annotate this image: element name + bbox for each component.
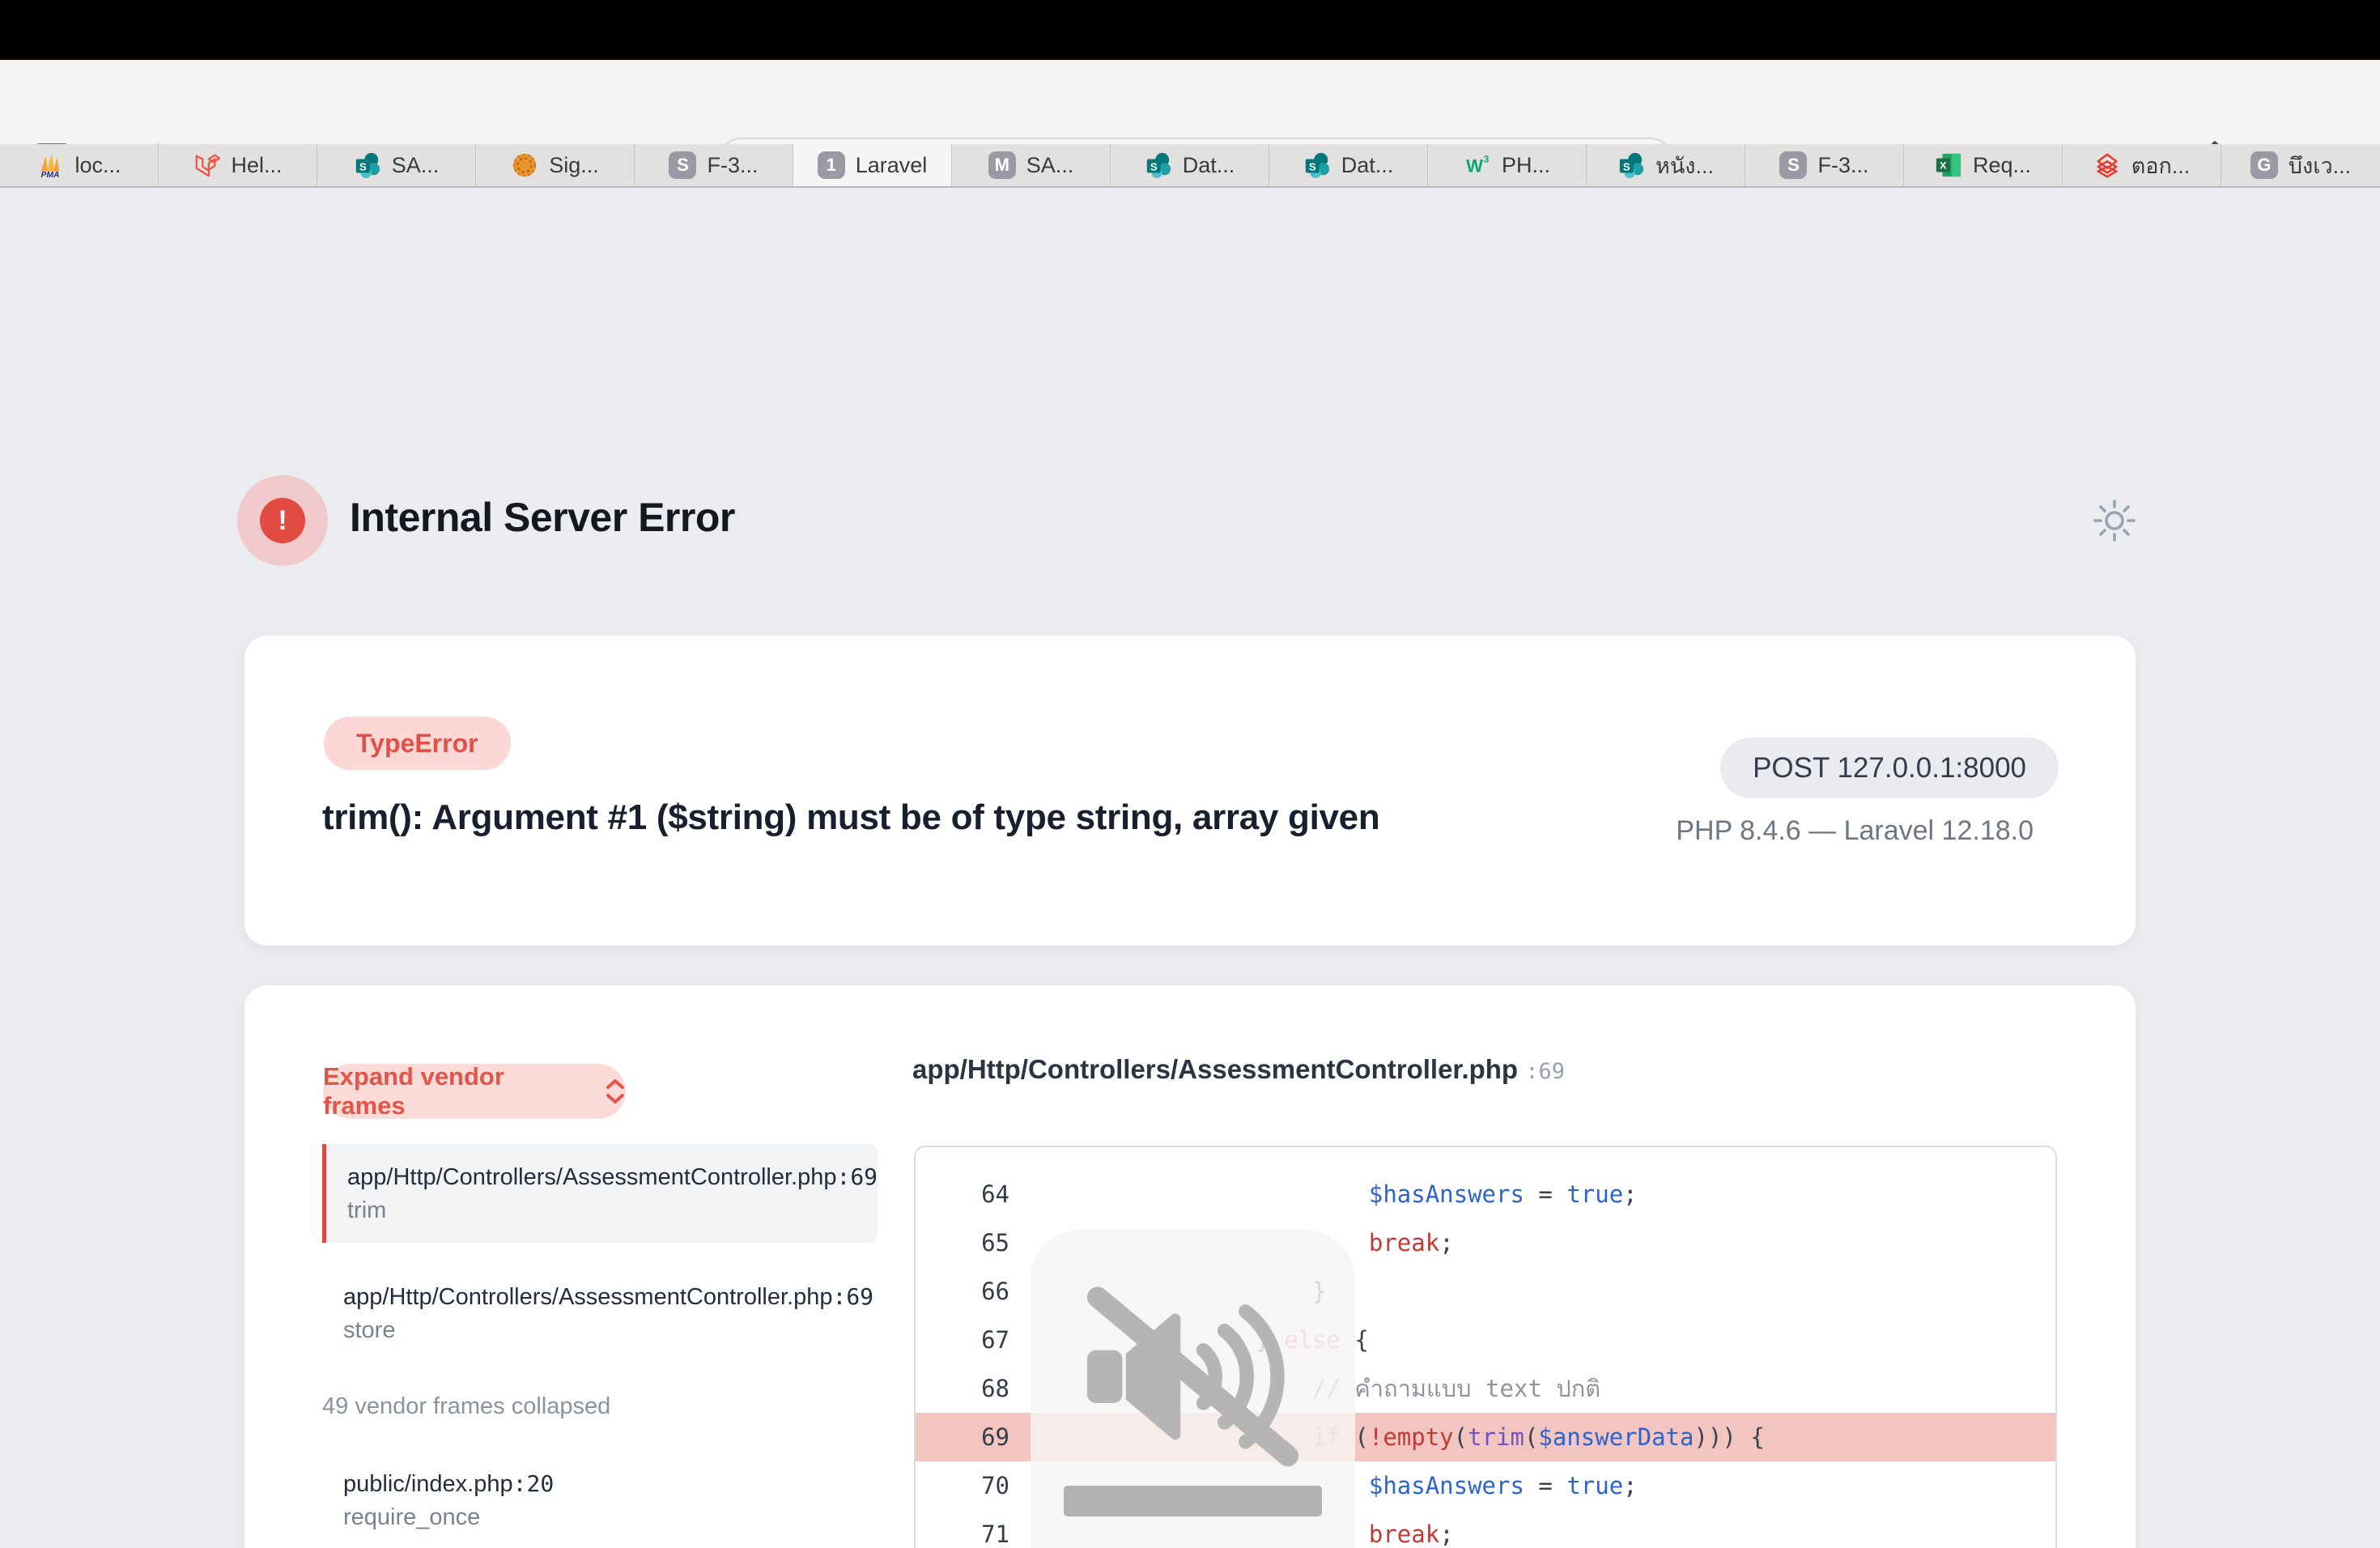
- tab-label: Dat...: [1341, 153, 1394, 178]
- tab-label: Hel...: [231, 153, 282, 178]
- browser-tab[interactable]: 1 Laravel: [793, 144, 952, 186]
- code-file-line: :69: [1525, 1059, 1565, 1084]
- browser-tab[interactable]: M SA...: [952, 144, 1111, 186]
- frame-file: public/index.php:20: [343, 1467, 856, 1501]
- tab-label: PH...: [1502, 153, 1550, 178]
- collapsed-frames-label[interactable]: 49 vendor frames collapsed: [322, 1390, 878, 1423]
- browser-tab[interactable]: ตอก...: [2063, 144, 2221, 186]
- browser-tab[interactable]: X Req...: [1904, 144, 2063, 186]
- svg-text:S: S: [1623, 161, 1630, 173]
- code-file-header: app/Http/Controllers/AssessmentControlle…: [912, 1054, 1565, 1085]
- tab-label: loc...: [74, 153, 121, 178]
- browser-tab[interactable]: S หนัง...: [1587, 144, 1745, 186]
- safari-window: 127.0.0.1 Ax PMA loc... Hel... S SA... Sig...…: [0, 0, 2380, 1548]
- code-viewer: 64 $hasAnswers = true;65 break;66 }67 } …: [914, 1146, 2057, 1548]
- browser-toolbar: 127.0.0.1 Ax: [0, 60, 2380, 144]
- frame-function: store: [343, 1314, 856, 1346]
- tab-label: F-3...: [1817, 153, 1868, 178]
- svg-text:X: X: [1940, 160, 1947, 172]
- browser-tab[interactable]: S SA...: [317, 144, 476, 186]
- letter-badge-icon: M: [988, 151, 1016, 179]
- frame-line-number: :69: [836, 1163, 878, 1190]
- exception-message: trim(): Argument #1 ($string) must be of…: [322, 797, 1379, 838]
- frame-function: require_once: [343, 1501, 856, 1533]
- excel-icon: X: [1935, 151, 1962, 179]
- theme-toggle-sun-icon[interactable]: [2093, 500, 2136, 542]
- line-code: $hasAnswers = true;: [973, 1170, 1638, 1218]
- tab-strip: PMA loc... Hel... S SA... Sig... S F-3... 1 Larav…: [0, 144, 2380, 188]
- page-title: Internal Server Error: [350, 494, 735, 541]
- svg-text:S: S: [1309, 161, 1316, 173]
- request-method-badge: POST 127.0.0.1:8000: [1720, 738, 2059, 798]
- tab-label: Laravel: [856, 153, 928, 178]
- tab-label: บึงเว...: [2289, 148, 2351, 183]
- chevron-up-down-icon: [605, 1078, 626, 1105]
- browser-tab[interactable]: S Dat...: [1269, 144, 1428, 186]
- tab-label: ตอก...: [2131, 148, 2191, 183]
- stack-frame-list: app/Http/Controllers/AssessmentControlle…: [322, 1144, 878, 1548]
- frame-function: trim: [347, 1194, 856, 1227]
- letter-badge-icon: S: [1779, 151, 1807, 179]
- expand-vendor-frames-label: Expand vendor frames: [323, 1062, 592, 1121]
- stack-frame[interactable]: app/Http/Controllers/AssessmentControlle…: [322, 1264, 878, 1363]
- frame-file: app/Http/Controllers/AssessmentControlle…: [343, 1280, 856, 1314]
- letter-badge-icon: S: [669, 151, 696, 179]
- exception-type-badge: TypeError: [324, 717, 511, 770]
- svg-text:PMA: PMA: [41, 171, 60, 179]
- frame-line-number: :20: [513, 1470, 555, 1497]
- svg-text:S: S: [1150, 161, 1158, 173]
- frame-line-number: :69: [832, 1283, 873, 1310]
- error-page: ! Internal Server Error TypeError POST 1…: [0, 188, 2380, 1548]
- tab-label: Sig...: [549, 153, 599, 178]
- stack-trace-card: Expand vendor frames app/Http/Controller…: [244, 985, 2136, 1548]
- browser-tab[interactable]: S F-3...: [635, 144, 793, 186]
- browser-tab[interactable]: PMA loc...: [0, 144, 159, 186]
- w3schools-icon: W3: [1464, 151, 1491, 179]
- browser-tab[interactable]: Sig...: [476, 144, 635, 186]
- browser-tab[interactable]: S F-3...: [1745, 144, 1904, 186]
- red-chevrons-icon: [2093, 151, 2121, 179]
- code-file-path: app/Http/Controllers/AssessmentControlle…: [912, 1054, 1518, 1084]
- tab-label: SA...: [392, 153, 440, 178]
- browser-tab[interactable]: S Dat...: [1111, 144, 1269, 186]
- sharepoint-icon: S: [1617, 151, 1645, 179]
- sharepoint-icon: S: [1303, 151, 1331, 179]
- tab-label: Req...: [1973, 153, 2031, 178]
- volume-mute-bezel-overlay: [1031, 1230, 1355, 1548]
- window-titlebar: [0, 0, 2380, 60]
- tab-label: F-3...: [707, 153, 758, 178]
- tab-label: Dat...: [1183, 153, 1235, 178]
- volume-level-track: [1064, 1486, 1322, 1516]
- svg-text:3: 3: [1484, 154, 1490, 165]
- tab-label: SA...: [1026, 153, 1074, 178]
- laravel-icon: [193, 151, 220, 179]
- browser-tab[interactable]: G บึงเว...: [2221, 144, 2380, 186]
- sharepoint-icon: S: [1145, 151, 1172, 179]
- speaker-muted-icon: [1069, 1283, 1316, 1474]
- code-line: 64 $hasAnswers = true;: [916, 1170, 2055, 1218]
- expand-vendor-frames-button[interactable]: Expand vendor frames: [323, 1064, 626, 1119]
- browser-tab[interactable]: Hel...: [159, 144, 317, 186]
- tab-label: หนัง...: [1655, 148, 1714, 183]
- frame-file: app/Http/Controllers/AssessmentControlle…: [347, 1160, 856, 1194]
- environment-versions: PHP 8.4.6 — Laravel 12.18.0: [1676, 815, 2034, 847]
- sharepoint-icon: S: [354, 151, 381, 179]
- svg-text:S: S: [359, 161, 367, 173]
- stack-frame[interactable]: public/index.php:20require_once: [322, 1451, 878, 1548]
- phpmyadmin-icon: PMA: [36, 151, 64, 179]
- browser-tab[interactable]: W3 PH...: [1428, 144, 1587, 186]
- letter-badge-icon: G: [2250, 151, 2278, 179]
- svg-text:W: W: [1466, 156, 1483, 176]
- exclamation-icon: !: [260, 498, 305, 543]
- error-summary-card: TypeError POST 127.0.0.1:8000 trim(): Ar…: [244, 636, 2136, 946]
- orange-globe-icon: [511, 151, 538, 179]
- stack-frame[interactable]: app/Http/Controllers/AssessmentControlle…: [322, 1144, 878, 1243]
- error-status-icon: !: [237, 475, 328, 566]
- numbered-badge-icon: 1: [818, 151, 845, 179]
